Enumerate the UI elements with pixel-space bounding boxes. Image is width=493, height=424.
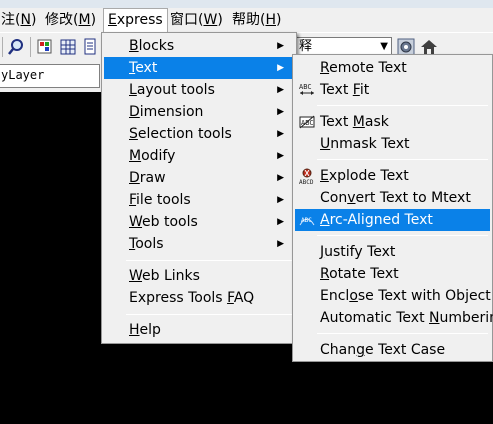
layer-value: yLayer — [1, 68, 45, 82]
submenu-arrow-icon: ▶ — [277, 151, 284, 161]
svg-text:ABC: ABC — [301, 217, 312, 224]
menu-separator — [317, 105, 488, 106]
tool-palettes-icon[interactable] — [82, 38, 100, 56]
menu-item-text[interactable]: Text ▶ — [104, 57, 294, 79]
menu-item-justify-text[interactable]: Justify Text — [295, 241, 490, 263]
menu-annotate[interactable]: 注(N) — [0, 8, 40, 32]
explode-text-icon: ABCD — [299, 168, 315, 186]
layer-field[interactable]: yLayer — [0, 64, 100, 88]
menu-item-dimension[interactable]: Dimension ▶ — [104, 101, 294, 123]
text-fit-icon: ABC — [299, 82, 315, 98]
menu-item-arc-aligned-text[interactable]: ABC Arc-Aligned Text — [295, 209, 490, 231]
text-submenu: Remote Text ABC Text Fit ABC Text Mask U… — [292, 54, 493, 362]
arc-aligned-text-icon: ABC — [299, 212, 315, 228]
menu-separator — [317, 159, 488, 160]
menu-window[interactable]: 窗口(W) — [166, 8, 227, 32]
menu-item-blocks[interactable]: Blocks ▶ — [104, 35, 294, 57]
menu-item-unmask-text[interactable]: Unmask Text — [295, 133, 490, 155]
menu-separator — [126, 260, 292, 261]
submenu-arrow-icon: ▶ — [277, 129, 284, 139]
menu-item-layout-tools[interactable]: Layout tools ▶ — [104, 79, 294, 101]
submenu-arrow-icon: ▶ — [277, 41, 284, 51]
menu-item-rotate-text[interactable]: Rotate Text — [295, 263, 490, 285]
menu-separator — [317, 333, 488, 334]
submenu-arrow-icon: ▶ — [277, 173, 284, 183]
menu-item-change-text-case[interactable]: Change Text Case — [295, 339, 490, 361]
menu-item-draw[interactable]: Draw ▶ — [104, 167, 294, 189]
submenu-arrow-icon: ▶ — [277, 195, 284, 205]
menu-item-web-links[interactable]: Web Links — [104, 265, 294, 287]
toolbar-separator — [2, 37, 3, 57]
menu-modify[interactable]: 修改(M) — [41, 8, 100, 32]
menu-item-text-mask[interactable]: ABC Text Mask — [295, 111, 490, 133]
menu-help[interactable]: 帮助(H) — [228, 8, 285, 32]
svg-text:ABC: ABC — [299, 83, 312, 91]
text-mask-icon: ABC — [299, 114, 315, 130]
menu-separator — [126, 314, 292, 315]
title-bar-strip — [0, 0, 493, 8]
zoom-icon[interactable] — [7, 38, 25, 56]
toolbar-separator — [30, 37, 31, 57]
menu-item-selection-tools[interactable]: Selection tools ▶ — [104, 123, 294, 145]
menu-item-help[interactable]: Help — [104, 319, 294, 341]
menu-separator — [317, 235, 488, 236]
menu-item-automatic-text-numbering[interactable]: Automatic Text Numbering — [295, 307, 493, 329]
menu-item-tools[interactable]: Tools ▶ — [104, 233, 294, 255]
menu-item-file-tools[interactable]: File tools ▶ — [104, 189, 294, 211]
properties-icon[interactable] — [36, 38, 54, 56]
design-center-icon[interactable] — [59, 38, 77, 56]
submenu-arrow-icon: ▶ — [277, 85, 284, 95]
menu-item-text-fit[interactable]: ABC Text Fit — [295, 79, 490, 101]
menu-bar: 注(N) 修改(M) Express 窗口(W) 帮助(H) — [0, 8, 493, 32]
submenu-arrow-icon: ▶ — [277, 239, 284, 249]
menu-item-modify[interactable]: Modify ▶ — [104, 145, 294, 167]
submenu-arrow-icon: ▶ — [277, 107, 284, 117]
menu-item-convert-text-to-mtext[interactable]: Convert Text to Mtext — [295, 187, 490, 209]
express-menu: Blocks ▶ Text ▶ Layout tools ▶ Dimension ▶ S… — [101, 32, 297, 344]
svg-text:ABCD: ABCD — [299, 179, 314, 184]
menu-item-web-tools[interactable]: Web tools ▶ — [104, 211, 294, 233]
menu-item-express-tools-faq[interactable]: Express Tools FAQ — [104, 287, 294, 309]
submenu-arrow-icon: ▶ — [277, 217, 284, 227]
submenu-arrow-icon: ▶ — [277, 63, 284, 73]
menu-item-enclose-text-with-object[interactable]: Enclose Text with Object — [295, 285, 491, 307]
menu-item-remote-text[interactable]: Remote Text — [295, 57, 490, 79]
menu-express[interactable]: Express — [103, 8, 168, 32]
menu-item-explode-text[interactable]: ABCD Explode Text — [295, 165, 490, 187]
